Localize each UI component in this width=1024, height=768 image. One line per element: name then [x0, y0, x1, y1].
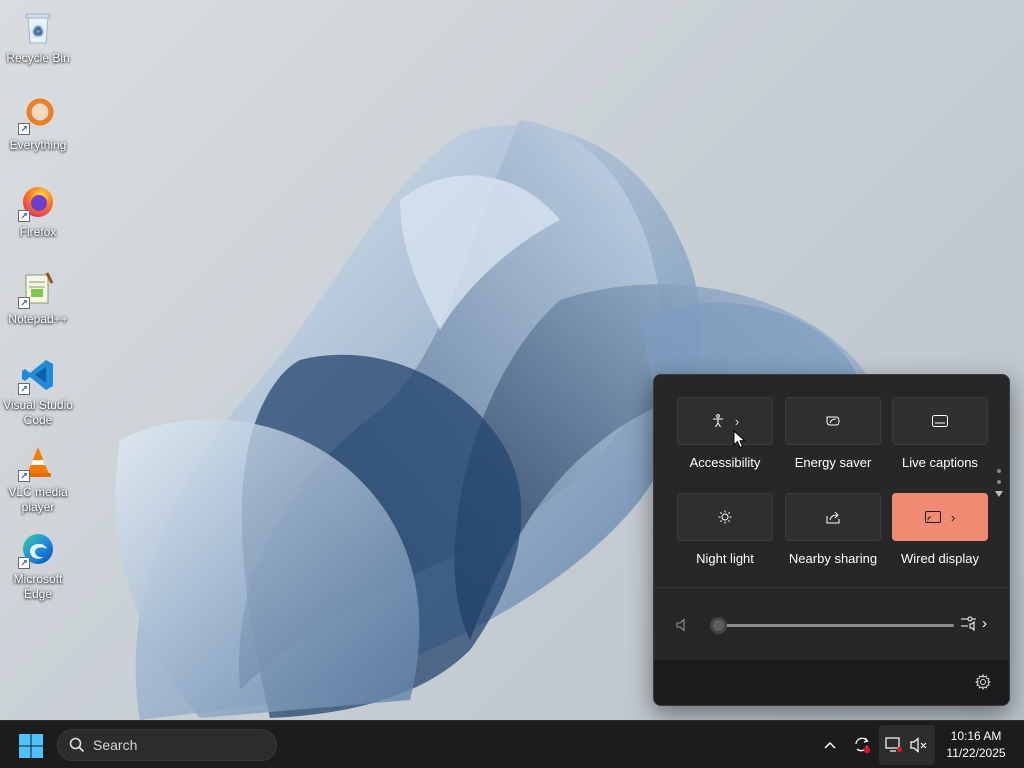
- desktop-icon-notepadpp[interactable]: ↗ Notepad++: [2, 269, 74, 327]
- page-dot: [997, 480, 1001, 484]
- desktop-icon-vlc[interactable]: ↗ VLC media player: [2, 442, 74, 515]
- tile-energy-saver: Energy saver: [785, 397, 881, 470]
- everything-icon: ↗: [18, 95, 58, 135]
- volume-slider-track[interactable]: [718, 624, 954, 627]
- nearby-sharing-icon: [826, 511, 840, 524]
- tile-live-captions: Live captions: [892, 397, 988, 470]
- desktop-icon-label: VLC media player: [8, 485, 68, 514]
- energy-saver-toggle[interactable]: [785, 397, 881, 445]
- tile-label: Live captions: [902, 455, 978, 470]
- taskbar-search-box[interactable]: Search: [57, 729, 277, 761]
- shortcut-arrow-icon: ↗: [18, 383, 30, 395]
- shortcut-arrow-icon: ↗: [18, 123, 30, 135]
- sound-output-button[interactable]: ›: [960, 614, 987, 632]
- volume-mixer-icon: [961, 616, 976, 632]
- desktop-icon-recycle-bin[interactable]: ♻ Recycle Bin: [2, 8, 74, 66]
- windows-logo-icon: [19, 734, 43, 758]
- shortcut-arrow-icon: ↗: [18, 210, 30, 222]
- tile-label: Wired display: [900, 551, 980, 566]
- desktop-icon-everything[interactable]: ↗ Everything: [2, 95, 74, 153]
- tile-nearby-sharing: Nearby sharing: [785, 493, 881, 566]
- volume-row: ›: [654, 588, 1009, 660]
- sync-tray-button[interactable]: [849, 721, 875, 768]
- accessibility-button[interactable]: ›: [677, 397, 773, 445]
- quick-settings-tiles-panel: › Accessibility Energy saver Live captio…: [654, 375, 1009, 587]
- shortcut-arrow-icon: ↗: [18, 297, 30, 309]
- desktop-icon-label: Microsoft Edge: [13, 572, 63, 601]
- vlc-icon: ↗: [18, 442, 58, 482]
- start-button[interactable]: [18, 733, 44, 759]
- tiles-page-indicator[interactable]: [994, 469, 1004, 497]
- chevron-right-icon: ›: [950, 509, 956, 525]
- desktop-icon-firefox[interactable]: ↗ Firefox: [2, 182, 74, 240]
- desktop-icon-label: Visual Studio Code: [3, 398, 73, 427]
- page-dot: [997, 469, 1001, 473]
- tile-accessibility: › Accessibility: [677, 397, 773, 470]
- page-down-icon: [995, 491, 1003, 497]
- nearby-sharing-toggle[interactable]: [785, 493, 881, 541]
- recycle-bin-icon: ♻: [18, 8, 58, 48]
- desktop-icon-label: Recycle Bin: [6, 51, 70, 65]
- energy-saver-icon: [826, 416, 840, 426]
- desktop-icon-label: Firefox: [19, 225, 57, 239]
- network-disconnected-icon: [885, 737, 902, 752]
- volume-tray-button[interactable]: [908, 721, 930, 768]
- tile-night-light: Night light: [677, 493, 773, 566]
- tile-label: Night light: [696, 551, 754, 566]
- taskbar-clock[interactable]: 10:16 AM 11/22/2025: [940, 728, 1012, 762]
- chevron-up-icon: [824, 741, 836, 749]
- desktop-icon-edge[interactable]: ↗ Microsoft Edge: [2, 529, 74, 602]
- tile-wired-display: › Wired display: [892, 493, 988, 566]
- volume-slider-thumb[interactable]: [710, 617, 727, 634]
- show-hidden-icons-button[interactable]: [818, 721, 842, 768]
- desktop-icon-vscode[interactable]: ↗ Visual Studio Code: [2, 355, 74, 428]
- shortcut-arrow-icon: ↗: [18, 470, 30, 482]
- settings-gear-icon[interactable]: [974, 673, 992, 695]
- accessibility-icon: [712, 414, 723, 428]
- search-icon: [69, 737, 85, 753]
- night-light-toggle[interactable]: [677, 493, 773, 541]
- wired-display-icon: [924, 511, 941, 523]
- notepadpp-icon: ↗: [18, 269, 58, 309]
- night-light-icon: [718, 510, 732, 524]
- clock-time: 10:16 AM: [950, 729, 1002, 743]
- speaker-muted-icon[interactable]: [676, 618, 688, 637]
- volume-muted-icon: [910, 737, 927, 753]
- tile-label: Accessibility: [689, 455, 761, 470]
- live-captions-icon: [932, 415, 948, 427]
- firefox-icon: ↗: [18, 182, 58, 222]
- quick-settings-footer: [654, 660, 1009, 705]
- network-status-button[interactable]: [883, 721, 905, 768]
- wired-display-button[interactable]: ›: [892, 493, 988, 541]
- live-captions-toggle[interactable]: [892, 397, 988, 445]
- tile-label: Nearby sharing: [788, 551, 878, 566]
- quick-settings-flyout: › Accessibility Energy saver Live captio…: [653, 374, 1010, 706]
- search-placeholder: Search: [93, 737, 138, 753]
- taskbar: Search 10:16 AM 11/22/2025: [0, 720, 1024, 768]
- tile-label: Energy saver: [794, 455, 872, 470]
- desktop-icon-label: Everything: [9, 138, 67, 152]
- chevron-right-icon: ›: [982, 614, 987, 632]
- clock-date: 11/22/2025: [946, 746, 1006, 760]
- desktop-icon-label: Notepad++: [8, 312, 68, 326]
- svg-text:♻: ♻: [33, 24, 44, 38]
- edge-icon: ↗: [18, 529, 58, 569]
- chevron-right-icon: ›: [734, 413, 740, 429]
- mouse-cursor-icon: [733, 429, 747, 454]
- vscode-icon: ↗: [18, 355, 58, 395]
- shortcut-arrow-icon: ↗: [18, 557, 30, 569]
- sync-icon: [855, 737, 871, 754]
